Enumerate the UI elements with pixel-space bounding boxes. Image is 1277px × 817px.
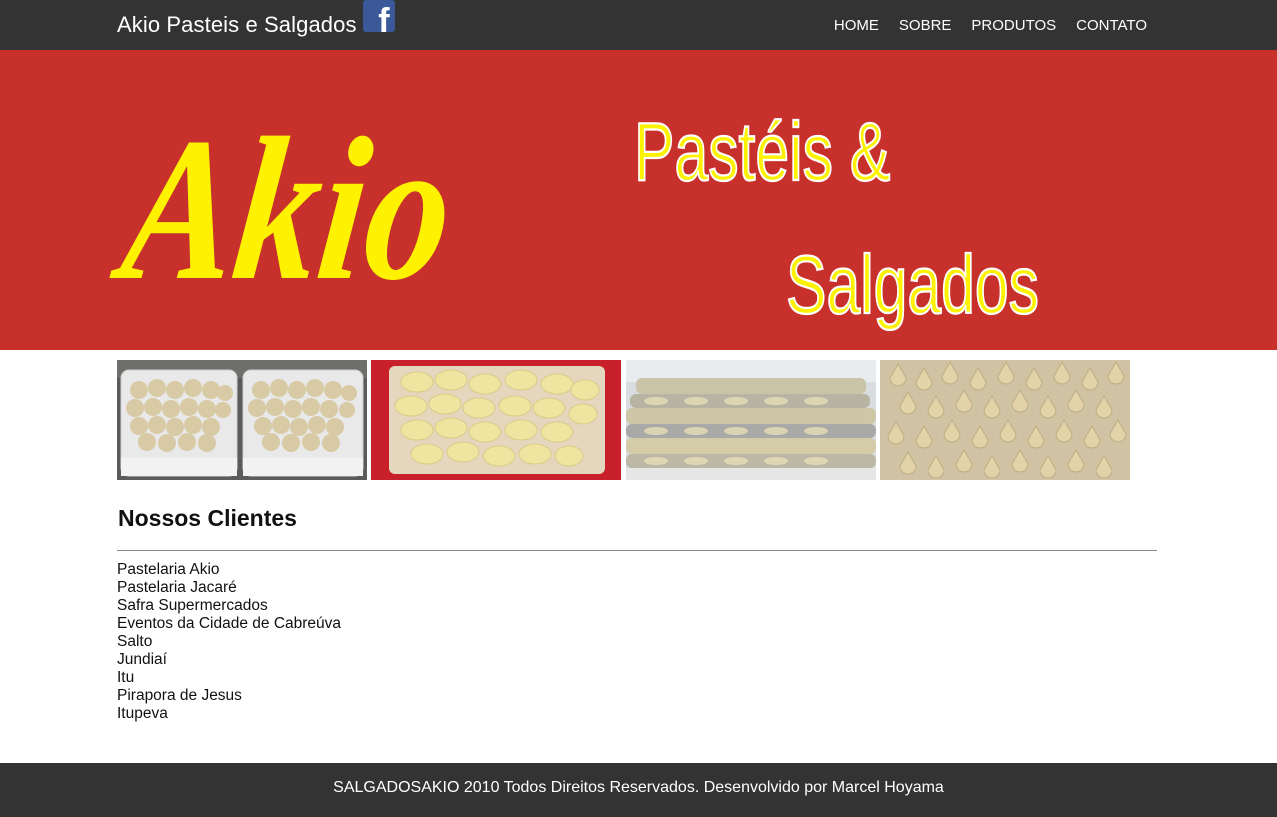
banner-tagline-line2: Salgados: [786, 239, 1039, 331]
nav-sobre[interactable]: SOBRE: [899, 17, 952, 34]
client-item: Eventos da Cidade de Cabreúva: [117, 615, 342, 632]
top-navbar: Akio Pasteis e Salgados f HOME SOBRE PRO…: [0, 0, 1277, 50]
banner-artwork: Akio Pastéis & Salgados: [104, 96, 1040, 333]
banner-tagline-line1: Pastéis &: [634, 106, 890, 198]
product-photo-strip: [117, 360, 1131, 480]
photo-trays-of-salgados: [117, 360, 367, 480]
nav-contato[interactable]: CONTATO: [1076, 17, 1147, 34]
brand-title-link[interactable]: Akio Pasteis e Salgados: [117, 12, 357, 38]
photo-bagged-pasteis: [371, 360, 621, 480]
brand: Akio Pasteis e Salgados f: [117, 0, 395, 50]
hero-banner: Akio Pastéis & Salgados: [0, 50, 1277, 350]
client-item: Itupeva: [117, 705, 168, 722]
client-item: Itu: [117, 669, 135, 686]
footer-copyright: SALGADOSAKIO 2010 Todos Direitos Reserva…: [333, 779, 944, 796]
client-list: Pastelaria Akio Pastelaria Jacaré Safra …: [117, 561, 341, 723]
nav-home[interactable]: HOME: [834, 17, 879, 34]
photo-stacked-pastry-packs: [626, 360, 876, 480]
nav-produtos[interactable]: PRODUTOS: [971, 17, 1056, 34]
client-item: Pirapora de Jesus: [117, 687, 242, 704]
client-item: Safra Supermercados: [117, 597, 268, 614]
facebook-icon[interactable]: f: [362, 0, 395, 32]
photo-coxinhas: [880, 360, 1130, 480]
banner-logo-text: Akio: [104, 96, 464, 323]
client-item: Jundiaí: [117, 651, 167, 668]
client-item: Pastelaria Akio: [117, 561, 220, 578]
clients-title: Nossos Clientes: [118, 505, 297, 531]
footer: SALGADOSAKIO 2010 Todos Direitos Reserva…: [0, 763, 1277, 817]
client-item: Pastelaria Jacaré: [117, 579, 237, 596]
main-nav: HOME SOBRE PRODUTOS CONTATO: [814, 0, 1147, 50]
client-item: Salto: [117, 633, 153, 650]
section-divider: [117, 550, 1157, 551]
